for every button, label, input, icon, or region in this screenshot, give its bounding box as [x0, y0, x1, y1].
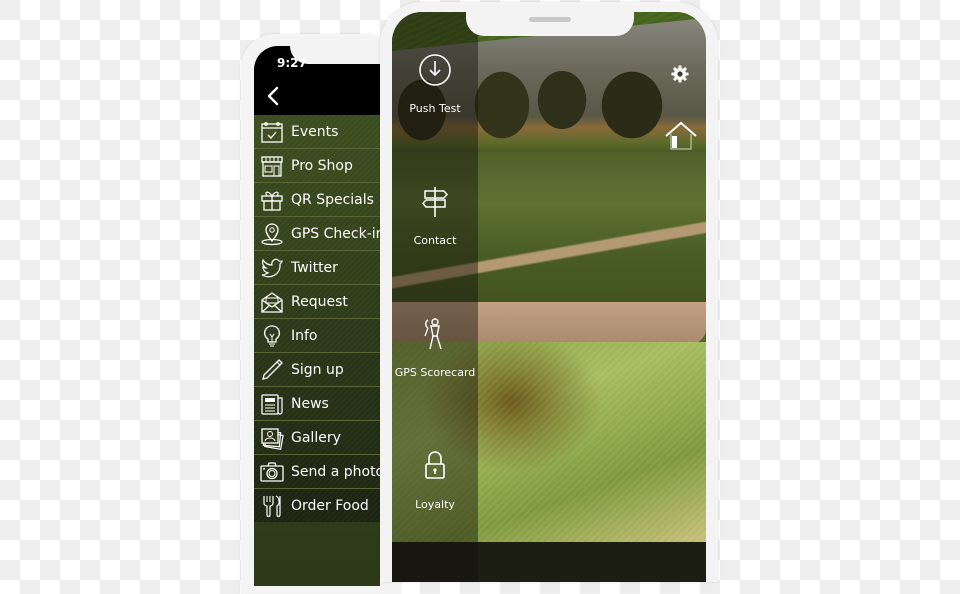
menu-empty-area: [254, 523, 380, 586]
side-item-push-test[interactable]: Push Test: [392, 52, 478, 115]
side-item-label: Loyalty: [415, 498, 455, 511]
menu-item-label: Pro Shop: [291, 157, 353, 174]
signpost-icon: [417, 184, 453, 220]
menu-item-label: Order Food: [291, 497, 369, 514]
lightbulb-icon: [259, 323, 285, 349]
back-button[interactable]: [264, 84, 284, 108]
side-item-contact[interactable]: Contact: [392, 184, 478, 247]
menu-item-gps-check-in[interactable]: GPS Check-in: [254, 217, 380, 251]
menu-item-info[interactable]: Info: [254, 319, 380, 353]
menu-item-label: Sign up: [291, 361, 344, 378]
menu-item-gallery[interactable]: Gallery: [254, 421, 380, 455]
menu-item-request[interactable]: Request: [254, 285, 380, 319]
side-item-gps-scorecard[interactable]: GPS Scorecard: [392, 316, 478, 379]
storefront-icon: [259, 153, 285, 179]
envelope-open-icon: [259, 289, 285, 315]
side-item-label: Push Test: [409, 102, 461, 115]
padlock-icon: [417, 448, 453, 484]
home-icon: [665, 121, 697, 150]
menu-item-qr-specials[interactable]: QR Specials: [254, 183, 380, 217]
side-item-loyalty[interactable]: Loyalty: [392, 448, 478, 511]
photo-gallery-icon: [259, 425, 285, 451]
menu-item-order-food[interactable]: Order Food: [254, 489, 380, 522]
side-menu: Events Pro Shop QR Specials GPS Check-in…: [254, 115, 380, 522]
menu-item-events[interactable]: Events: [254, 115, 380, 149]
menu-item-sign-up[interactable]: Sign up: [254, 353, 380, 387]
camera-icon: [259, 459, 285, 485]
fork-knife-icon: [259, 493, 285, 519]
menu-item-label: Request: [291, 293, 348, 310]
home-button[interactable]: [664, 120, 698, 150]
pencil-icon: [259, 357, 285, 383]
side-item-label: Contact: [413, 234, 457, 247]
settings-button[interactable]: [670, 64, 690, 84]
status-time: 9:27: [277, 56, 307, 70]
menu-item-pro-shop[interactable]: Pro Shop: [254, 149, 380, 183]
icon-side-panel: Push Test Contact GPS Scorecard Loyalty: [392, 12, 478, 582]
menu-item-send-a-photo[interactable]: Send a photo: [254, 455, 380, 489]
map-pin-icon: [259, 221, 285, 247]
menu-item-label: QR Specials: [291, 191, 374, 208]
menu-item-label: Twitter: [291, 259, 338, 276]
status-bar: 9:27: [254, 46, 380, 115]
chevron-left-icon: [267, 86, 279, 106]
side-item-label: GPS Scorecard: [394, 366, 476, 379]
left-phone-screen: 9:27 Events Pro Shop QR Specials GPS Che…: [254, 46, 380, 586]
right-phone-screen: Push Test Contact GPS Scorecard Loyalty: [392, 12, 706, 582]
menu-item-label: Events: [291, 123, 339, 140]
calendar-check-icon: [259, 119, 285, 145]
download-circle-icon: [417, 52, 453, 88]
menu-item-label: Send a photo: [291, 463, 380, 480]
menu-item-label: Gallery: [291, 429, 341, 446]
menu-item-news[interactable]: News: [254, 387, 380, 421]
gift-icon: [259, 187, 285, 213]
newspaper-icon: [259, 391, 285, 417]
speaker-grille: [529, 17, 571, 22]
golfer-icon: [417, 316, 453, 352]
twitter-bird-icon: [259, 255, 285, 281]
gear-icon: [671, 65, 689, 83]
menu-item-label: Info: [291, 327, 318, 344]
menu-item-label: GPS Check-in: [291, 225, 380, 242]
menu-item-twitter[interactable]: Twitter: [254, 251, 380, 285]
menu-item-label: News: [291, 395, 329, 412]
